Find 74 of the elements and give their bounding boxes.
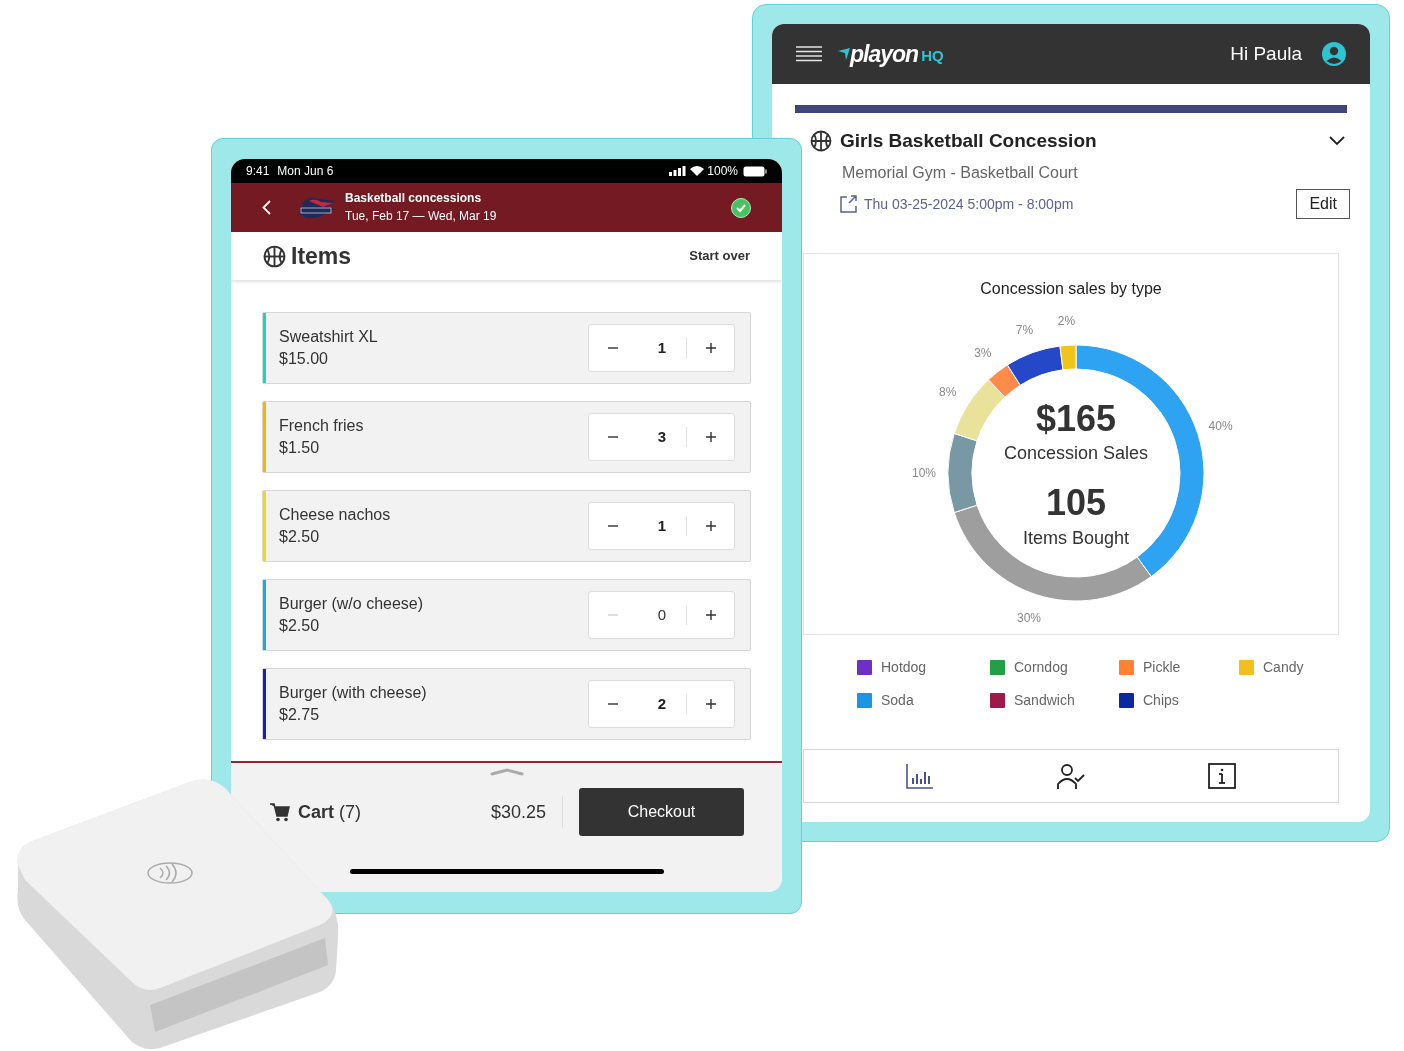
check-circle-icon [731, 197, 751, 218]
plus-icon [705, 699, 716, 709]
chevron-down-icon[interactable] [1329, 136, 1345, 146]
user-check-tab-icon[interactable] [1056, 762, 1086, 790]
brand-logo-suffix: HQ [921, 45, 944, 66]
greeting-text: Hi Paula [1230, 41, 1302, 66]
checkout-button[interactable]: Checkout [579, 788, 744, 836]
items-label: Items Bought [1022, 528, 1129, 548]
legend-label: Soda [881, 691, 914, 710]
header-dates: Tue, Feb 17 — Wed, Mar 19 [345, 209, 497, 224]
battery-icon [743, 165, 767, 177]
legend-label: Chips [1143, 691, 1179, 710]
status-date: Mon Jun 6 [277, 163, 334, 180]
chart-title: Concession sales by type [980, 279, 1162, 299]
plus-icon [705, 610, 716, 620]
legend-label: Hotdog [881, 658, 927, 677]
cart-total: $30.25 [490, 800, 546, 824]
plus-icon [705, 343, 716, 353]
drag-handle-icon[interactable] [489, 768, 524, 776]
item-name: Cheese nachos [279, 505, 391, 525]
legend-label: Corndog [1014, 658, 1068, 677]
event-datetime: Thu 03-25-2024 5:00pm - 8:00pm [864, 194, 1074, 214]
battery-percent: 100% [707, 163, 738, 180]
status-time: 9:41 [246, 163, 270, 180]
info-tab-icon[interactable] [1207, 762, 1238, 790]
item-name: French fries [279, 416, 364, 436]
sales-label: Concession Sales [1003, 443, 1148, 463]
edit-button[interactable]: Edit [1296, 189, 1350, 219]
plus-icon [705, 521, 716, 531]
quantity-value: 0 [656, 604, 667, 625]
legend-label: Pickle [1143, 658, 1181, 677]
quantity-value: 1 [656, 515, 667, 536]
brand-logo-text: playon [850, 42, 919, 66]
legend-label: Sandwich [1014, 691, 1075, 710]
slice-percent-label: 2% [1057, 314, 1075, 329]
user-avatar-icon[interactable] [1322, 42, 1346, 66]
item-name: Sweatshirt XL [279, 327, 378, 347]
logo-mark-icon [838, 48, 850, 60]
start-over-link[interactable]: Start over [689, 246, 750, 266]
slice-percent-label: 40% [1208, 419, 1233, 434]
item-price: $1.50 [279, 438, 321, 458]
item-price: $15.00 [279, 349, 329, 369]
signal-icon [669, 166, 687, 176]
cart-count: (7) [339, 800, 361, 824]
sales-amount: $165 [1035, 398, 1116, 439]
item-name: Burger (w/o cheese) [279, 594, 424, 614]
calendar-link-icon [839, 194, 859, 214]
quantity-value: 2 [656, 693, 667, 714]
event-location: Memorial Gym - Basketball Court [842, 163, 1079, 183]
legend-label: Candy [1263, 658, 1304, 677]
quantity-value: 3 [656, 426, 667, 447]
basketball-icon [810, 130, 832, 152]
quantity-value: 1 [656, 337, 667, 358]
slice-percent-label: 30% [1016, 610, 1041, 623]
slice-percent-label: 3% [973, 345, 991, 360]
page-title: Items [291, 241, 352, 271]
item-price: $2.50 [279, 616, 321, 636]
menu-icon[interactable] [796, 46, 822, 62]
bar-chart-tab-icon[interactable] [904, 762, 935, 790]
slice-percent-label: 10% [911, 466, 936, 480]
plus-icon [705, 432, 716, 442]
items-count: 105 [1045, 482, 1106, 523]
header-title: Basketball concessions [345, 191, 483, 206]
back-chevron-icon[interactable] [262, 200, 271, 215]
basketball-icon [263, 244, 286, 268]
cart-label: Cart [298, 800, 334, 824]
slice-percent-label: 8% [938, 384, 956, 399]
event-title: Girls Basketball Concession [840, 128, 1097, 153]
cart-icon [270, 802, 290, 822]
item-price: $2.75 [279, 705, 321, 725]
wifi-icon [690, 166, 705, 176]
item-name: Burger (with cheese) [279, 683, 427, 703]
item-price: $2.50 [279, 527, 321, 547]
slice-percent-label: 7% [1015, 323, 1033, 337]
